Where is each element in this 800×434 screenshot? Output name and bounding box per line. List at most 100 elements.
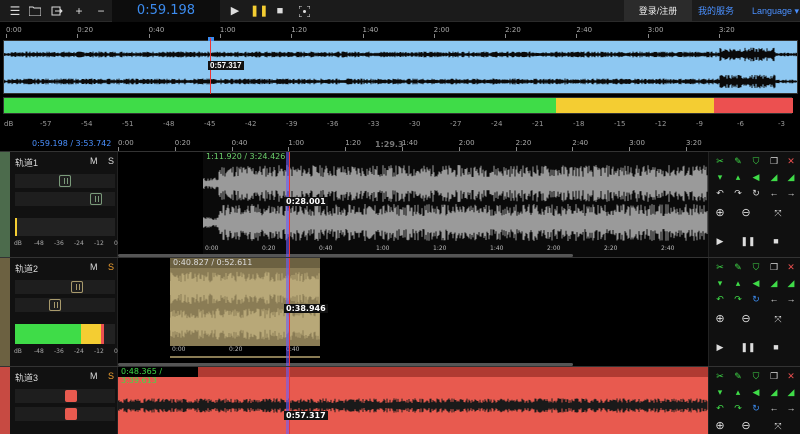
zoom-in-icon[interactable]: ⊕ bbox=[711, 312, 729, 326]
fade-in-icon[interactable]: ▾ bbox=[711, 276, 729, 290]
fit-icon[interactable]: ⤧ bbox=[769, 312, 787, 326]
mute-button[interactable]: M bbox=[90, 371, 98, 381]
stop-button[interactable]: ■ bbox=[272, 2, 288, 20]
pan-slider[interactable] bbox=[15, 407, 115, 421]
zoom-in-icon[interactable]: ⊕ bbox=[711, 206, 729, 220]
fade-in-icon[interactable]: ▾ bbox=[711, 385, 729, 399]
ramp-up-icon[interactable]: ◢ bbox=[765, 385, 783, 399]
loop-icon[interactable]: ↻ bbox=[747, 292, 765, 306]
audio-clip[interactable]: 0:48.365 / 3:39.613 bbox=[118, 367, 708, 434]
zoom-out-icon[interactable]: ⊖ bbox=[737, 206, 755, 220]
solo-button[interactable]: S bbox=[108, 371, 114, 381]
volume-knob[interactable] bbox=[65, 390, 77, 402]
track-play-icon[interactable]: ▶ bbox=[711, 234, 729, 248]
shift-right-icon[interactable]: → bbox=[782, 186, 800, 200]
copy-icon[interactable]: ❐ bbox=[765, 369, 783, 383]
copy-icon[interactable]: ❐ bbox=[765, 154, 783, 168]
ramp-icon[interactable]: ◢ bbox=[782, 276, 800, 290]
zoom-in-icon[interactable]: ⊕ bbox=[711, 419, 729, 433]
shift-left-icon[interactable]: ← bbox=[765, 186, 783, 200]
redo-icon[interactable]: ↷ bbox=[729, 186, 747, 200]
remove-track-button[interactable]: − bbox=[92, 2, 110, 20]
pause-button[interactable]: ❚❚ bbox=[250, 2, 268, 20]
track-2: 轨道2 M S dB -48 -36 -24 -12 0 0:40.827 / 0:52.… bbox=[0, 258, 800, 366]
zoom-out-icon[interactable]: ⊖ bbox=[737, 312, 755, 326]
fit-view-button[interactable] bbox=[296, 2, 312, 20]
edit-icon[interactable]: ✎ bbox=[729, 369, 747, 383]
volume-down-icon[interactable]: ◀ bbox=[747, 276, 765, 290]
fit-icon[interactable]: ⤧ bbox=[769, 206, 787, 220]
edit-icon[interactable]: ✎ bbox=[729, 154, 747, 168]
track-stop-icon[interactable]: ■ bbox=[767, 234, 785, 248]
volume-down-icon[interactable]: ◀ bbox=[747, 385, 765, 399]
cut-icon[interactable]: ✂ bbox=[711, 260, 729, 274]
shield-icon[interactable]: ⛉ bbox=[747, 260, 765, 274]
track-pause-icon[interactable]: ❚❚ bbox=[739, 340, 757, 354]
menu-icon[interactable]: ☰ bbox=[6, 2, 24, 20]
ramp-up-icon[interactable]: ◢ bbox=[765, 276, 783, 290]
redo-icon[interactable]: ↷ bbox=[729, 292, 747, 306]
fit-icon[interactable]: ⤧ bbox=[769, 419, 787, 433]
shift-left-icon[interactable]: ← bbox=[765, 401, 783, 415]
track-wave-area[interactable]: 1:11.920 / 3:24.426 0:00 0:20 0:40 1:00 1:20… bbox=[118, 152, 708, 257]
loop-icon[interactable]: ↻ bbox=[747, 401, 765, 415]
undo-icon[interactable]: ↶ bbox=[711, 292, 729, 306]
track-wave-area[interactable]: 0:48.365 / 3:39.613 bbox=[118, 367, 708, 434]
fade-out-icon[interactable]: ▴ bbox=[729, 276, 747, 290]
shift-right-icon[interactable]: → bbox=[782, 401, 800, 415]
undo-icon[interactable]: ↶ bbox=[711, 186, 729, 200]
pan-knob[interactable] bbox=[49, 299, 61, 311]
volume-down-icon[interactable]: ◀ bbox=[747, 170, 765, 184]
play-button[interactable]: ▶ bbox=[227, 2, 243, 20]
audio-clip[interactable]: 1:11.920 / 3:24.426 0:00 0:20 0:40 1:00 1:20… bbox=[203, 152, 708, 257]
track-wave-area[interactable]: 0:40.827 / 0:52.611 0:00 0:20 0:40 bbox=[118, 258, 708, 366]
undo-icon[interactable]: ↶ bbox=[711, 401, 729, 415]
language-menu[interactable]: Language ▾ bbox=[752, 0, 799, 22]
solo-button[interactable]: S bbox=[108, 156, 114, 166]
volume-slider[interactable] bbox=[15, 389, 115, 403]
volume-knob[interactable] bbox=[71, 281, 83, 293]
close-icon[interactable]: ✕ bbox=[782, 260, 800, 274]
edit-icon[interactable]: ✎ bbox=[729, 260, 747, 274]
track-stop-icon[interactable]: ■ bbox=[767, 340, 785, 354]
timeline-ruler[interactable]: 0:00 0:20 0:40 1:00 1:20 1:40 2:00 2:20 2:40 3:00… bbox=[118, 139, 708, 151]
pan-knob[interactable] bbox=[90, 193, 102, 205]
volume-slider[interactable] bbox=[15, 174, 115, 188]
folder-icon[interactable] bbox=[26, 2, 44, 20]
close-icon[interactable]: ✕ bbox=[782, 369, 800, 383]
login-button[interactable]: 登录/注册 bbox=[624, 0, 692, 22]
export-icon[interactable] bbox=[48, 2, 66, 20]
pan-knob[interactable] bbox=[65, 408, 77, 420]
cut-icon[interactable]: ✂ bbox=[711, 154, 729, 168]
pan-slider[interactable] bbox=[15, 192, 115, 206]
mute-button[interactable]: M bbox=[90, 156, 98, 166]
volume-slider[interactable] bbox=[15, 280, 115, 294]
shift-right-icon[interactable]: → bbox=[782, 292, 800, 306]
ramp-up-icon[interactable]: ◢ bbox=[765, 170, 783, 184]
redo-icon[interactable]: ↷ bbox=[729, 401, 747, 415]
add-track-button[interactable]: + bbox=[70, 2, 88, 20]
my-services-link[interactable]: 我的服务 bbox=[698, 0, 734, 22]
overview-playhead-marker[interactable] bbox=[208, 37, 214, 41]
cut-icon[interactable]: ✂ bbox=[711, 369, 729, 383]
track-pause-icon[interactable]: ❚❚ bbox=[739, 234, 757, 248]
ramp-icon[interactable]: ◢ bbox=[782, 385, 800, 399]
loop-icon[interactable]: ↻ bbox=[747, 186, 765, 200]
fade-out-icon[interactable]: ▴ bbox=[729, 170, 747, 184]
zoom-out-icon[interactable]: ⊖ bbox=[737, 419, 755, 433]
close-icon[interactable]: ✕ bbox=[782, 154, 800, 168]
volume-knob[interactable] bbox=[59, 175, 71, 187]
copy-icon[interactable]: ❐ bbox=[765, 260, 783, 274]
shield-icon[interactable]: ⛉ bbox=[747, 369, 765, 383]
shield-icon[interactable]: ⛉ bbox=[747, 154, 765, 168]
fade-in-icon[interactable]: ▾ bbox=[711, 170, 729, 184]
fade-out-icon[interactable]: ▴ bbox=[729, 385, 747, 399]
overview-waveform[interactable] bbox=[3, 40, 798, 94]
meter-db-scale: dB -57 -54 -51 -48 -45 -42 -39 -36 -33 -30 -27 -24 -2… bbox=[0, 120, 800, 132]
shift-left-icon[interactable]: ← bbox=[765, 292, 783, 306]
mute-button[interactable]: M bbox=[90, 262, 98, 272]
solo-button[interactable]: S bbox=[108, 262, 114, 272]
ramp-icon[interactable]: ◢ bbox=[782, 170, 800, 184]
pan-slider[interactable] bbox=[15, 298, 115, 312]
track-play-icon[interactable]: ▶ bbox=[711, 340, 729, 354]
